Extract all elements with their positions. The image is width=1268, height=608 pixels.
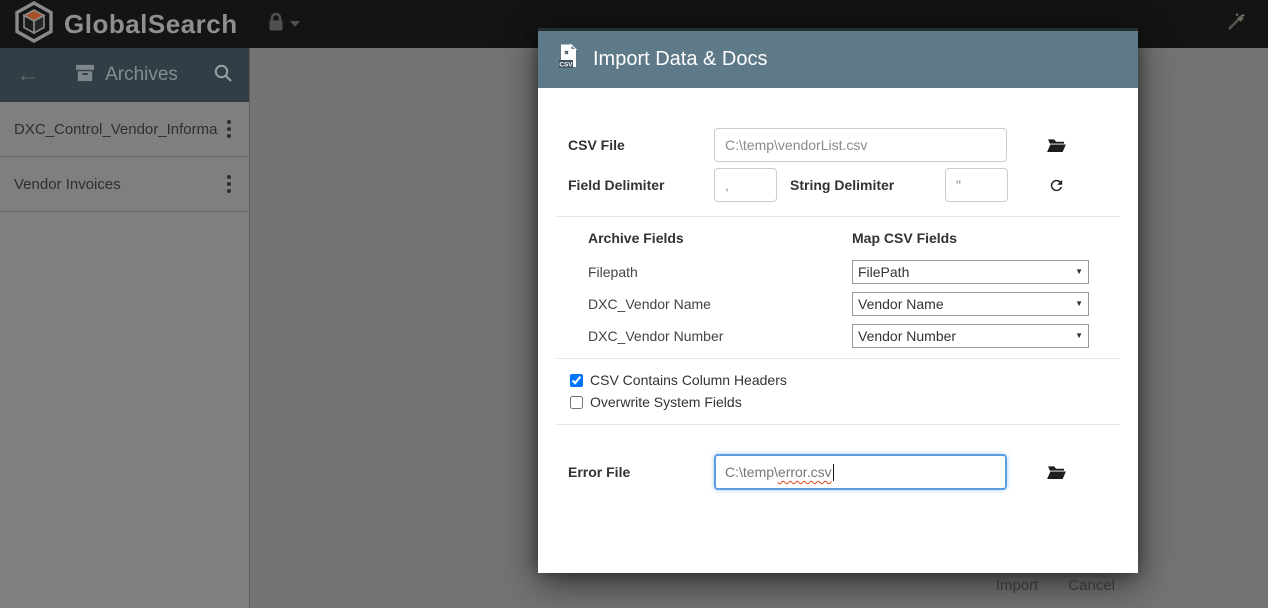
- back-arrow-button[interactable]: ←: [16, 63, 46, 87]
- sidebar-title-group: Archives: [46, 64, 207, 87]
- error-file-value-prefix: C:\temp\: [725, 464, 778, 480]
- refresh-delimiters-button[interactable]: [1048, 177, 1065, 194]
- kebab-menu-button[interactable]: [219, 169, 239, 199]
- archive-field-label: DXC_Vendor Name: [588, 296, 852, 312]
- csv-file-row: CSV File: [568, 128, 1108, 162]
- browse-error-file-button[interactable]: [1047, 464, 1066, 480]
- error-file-input[interactable]: C:\temp\error.csv: [714, 454, 1007, 490]
- checkbox-label: Overwrite System Fields: [590, 394, 742, 410]
- svg-text:CSV: CSV: [559, 61, 573, 68]
- csv-field-select[interactable]: Vendor Name: [852, 292, 1089, 316]
- string-delimiter-input[interactable]: [945, 168, 1008, 202]
- archive-list-item[interactable]: Vendor Invoices: [0, 157, 249, 212]
- csv-file-label: CSV File: [568, 137, 714, 153]
- dialog-header: CSV Import Data & Docs: [538, 28, 1138, 88]
- csv-field-select[interactable]: Vendor Number: [852, 324, 1089, 348]
- archive-item-label: Vendor Invoices: [14, 176, 219, 193]
- csv-file-input[interactable]: [714, 128, 1007, 162]
- field-delimiter-label: Field Delimiter: [568, 177, 714, 193]
- lock-menu-button[interactable]: [266, 11, 300, 38]
- checkbox-label: CSV Contains Column Headers: [590, 372, 787, 388]
- import-data-docs-dialog: CSV Import Data & Docs CSV File Field De…: [538, 28, 1138, 573]
- divider: [556, 216, 1120, 217]
- string-delimiter-label: String Delimiter: [790, 177, 945, 193]
- brand-name: GlobalSearch: [64, 9, 238, 40]
- error-file-row: Error File C:\temp\error.csv: [568, 454, 1108, 490]
- mapping-rows: Filepath FilePath ▼ DXC_Vendor Name Vend…: [568, 260, 1108, 348]
- lock-icon: [266, 11, 286, 38]
- globalsearch-logo-icon: [14, 1, 54, 48]
- checkbox-row: CSV Contains Column Headers: [570, 371, 1108, 389]
- sidebar-header: ← Archives: [0, 48, 249, 102]
- csv-file-icon: CSV: [556, 43, 580, 76]
- magic-wand-button[interactable]: [1226, 12, 1246, 37]
- brand: GlobalSearch: [14, 1, 238, 48]
- kebab-menu-button[interactable]: [219, 114, 239, 144]
- options-section: CSV Contains Column Headers Overwrite Sy…: [568, 371, 1108, 411]
- mapping-row: Filepath FilePath ▼: [568, 260, 1108, 284]
- archive-item-label: DXC_Control_Vendor_Informa...: [14, 121, 219, 138]
- checkbox-row: Overwrite System Fields: [570, 393, 1108, 411]
- archive-fields-header: Archive Fields: [588, 230, 852, 246]
- archive-box-icon: [75, 64, 95, 87]
- csv-headers-checkbox[interactable]: [570, 374, 583, 387]
- search-button[interactable]: [207, 63, 233, 88]
- archive-field-label: Filepath: [588, 264, 852, 280]
- csv-field-select[interactable]: FilePath: [852, 260, 1089, 284]
- map-csv-fields-header: Map CSV Fields: [852, 230, 957, 246]
- cancel-button[interactable]: Cancel: [1068, 577, 1115, 594]
- overwrite-system-fields-checkbox[interactable]: [570, 396, 583, 409]
- sidebar: ← Archives DXC_Control_Vendor_Informa...…: [0, 48, 250, 608]
- error-file-label: Error File: [568, 464, 714, 480]
- divider: [556, 358, 1120, 359]
- import-button[interactable]: Import: [996, 577, 1039, 594]
- delimiters-row: Field Delimiter String Delimiter: [568, 168, 1108, 202]
- mapping-row: DXC_Vendor Name Vendor Name ▼: [568, 292, 1108, 316]
- dialog-body: CSV File Field Delimiter String Delimite…: [538, 128, 1138, 608]
- caret-down-icon: [290, 21, 300, 27]
- mapping-row: DXC_Vendor Number Vendor Number ▼: [568, 324, 1108, 348]
- dialog-title: Import Data & Docs: [593, 48, 768, 71]
- browse-csv-file-button[interactable]: [1047, 137, 1066, 153]
- archive-list-item[interactable]: DXC_Control_Vendor_Informa...: [0, 102, 249, 157]
- divider: [556, 424, 1120, 425]
- dialog-footer: Import Cancel: [996, 577, 1115, 594]
- text-caret: [833, 464, 834, 481]
- error-file-value-flagged: error.csv: [778, 464, 832, 480]
- mapping-column-headers: Archive Fields Map CSV Fields: [568, 230, 1108, 246]
- archive-field-label: DXC_Vendor Number: [588, 328, 852, 344]
- field-delimiter-input[interactable]: [714, 168, 777, 202]
- sidebar-title: Archives: [105, 64, 178, 86]
